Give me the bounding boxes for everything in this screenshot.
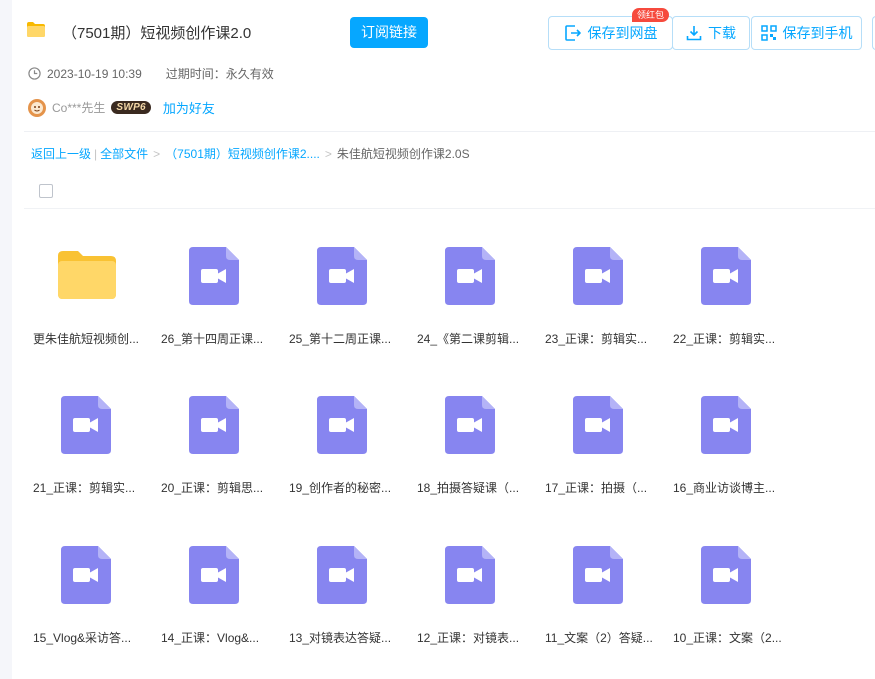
share-page: （7501期）短视频创作课2.0 订阅链接 保存到网盘 领红包 下载 保存到手机 <box>12 0 875 679</box>
video-file-icon <box>573 396 623 454</box>
breadcrumb-separator: > <box>153 146 161 161</box>
video-file-icon <box>61 546 111 604</box>
save-to-phone-label: 保存到手机 <box>782 25 853 41</box>
breadcrumb-separator: > <box>324 146 332 161</box>
video-file-icon <box>445 247 495 305</box>
add-friend-link[interactable]: 加为好友 <box>163 98 215 117</box>
video-file-item[interactable]: 15_Vlog&采访答... <box>24 546 142 676</box>
file-name: 12_正课：对镜表... <box>417 631 520 645</box>
folder-item[interactable]: 更朱佳航短视频创... <box>24 247 142 377</box>
file-name: 26_第十四周正课... <box>161 332 264 346</box>
video-file-item[interactable]: 25_第十二周正课... <box>280 247 398 377</box>
file-name: 10_正课：文案（2... <box>673 631 782 645</box>
clock-icon <box>28 67 41 80</box>
share-meta: 2023-10-19 10:39 过期时间：永久有效 <box>28 65 274 82</box>
video-file-item[interactable]: 23_正课：剪辑实... <box>536 247 654 377</box>
video-file-item[interactable]: 12_正课：对镜表... <box>408 546 526 676</box>
red-packet-badge: 领红包 <box>632 8 670 22</box>
video-file-icon <box>189 546 239 604</box>
video-file-icon <box>61 396 111 454</box>
file-name: 20_正课：剪辑思... <box>161 481 264 495</box>
video-file-item[interactable]: 10_正课：文案（2... <box>664 546 782 676</box>
file-name: 18_拍摄答疑课（... <box>417 481 520 495</box>
save-to-phone-button[interactable]: 保存到手机 <box>751 16 862 50</box>
video-file-icon <box>189 247 239 305</box>
save-to-disk-label: 保存到网盘 <box>587 25 658 41</box>
subscribe-button[interactable]: 订阅链接 <box>350 17 428 48</box>
breadcrumb: 返回上一级 | 全部文件 > （7501期）短视频创作课2.... > 朱佳航短… <box>31 145 470 162</box>
breadcrumb-divider: | <box>94 146 98 161</box>
video-file-icon <box>189 396 239 454</box>
video-file-item[interactable]: 22_正课：剪辑实... <box>664 247 782 377</box>
folder-icon <box>27 22 45 37</box>
video-file-item[interactable]: 26_第十四周正课... <box>152 247 270 377</box>
breadcrumb-current: 朱佳航短视频创作课2.0S <box>336 147 470 161</box>
video-file-icon <box>701 396 751 454</box>
file-name: 24_《第二课剪辑... <box>417 332 520 346</box>
breadcrumb-all-files[interactable]: 全部文件 <box>100 145 148 162</box>
video-file-item[interactable]: 17_正课：拍摄（... <box>536 396 654 526</box>
share-date: 2023-10-19 10:39 <box>47 66 142 81</box>
file-name: 11_文案（2）答疑... <box>545 631 653 645</box>
file-name: 13_对镜表达答疑... <box>289 631 392 645</box>
video-file-icon <box>317 546 367 604</box>
video-file-icon <box>573 247 623 305</box>
folder-icon <box>58 251 116 309</box>
video-file-icon <box>573 546 623 604</box>
file-name: 16_商业访谈博主... <box>673 481 776 495</box>
video-file-item[interactable]: 21_正课：剪辑实... <box>24 396 142 526</box>
video-file-icon <box>317 396 367 454</box>
file-name: 17_正课：拍摄（... <box>545 481 648 495</box>
file-name: 14_正课：Vlog&... <box>161 631 260 645</box>
file-name: 15_Vlog&采访答... <box>33 631 132 645</box>
download-button[interactable]: 下载 <box>672 16 750 50</box>
breadcrumb-back[interactable]: 返回上一级 <box>31 145 91 162</box>
video-file-item[interactable]: 19_创作者的秘密... <box>280 396 398 526</box>
download-icon <box>686 26 702 41</box>
video-file-item[interactable]: 11_文案（2）答疑... <box>536 546 654 676</box>
video-file-icon <box>317 247 367 305</box>
avatar <box>28 98 46 117</box>
file-name: 更朱佳航短视频创... <box>33 332 140 346</box>
download-label: 下载 <box>708 25 736 41</box>
file-name: 19_创作者的秘密... <box>289 481 392 495</box>
video-file-item[interactable]: 13_对镜表达答疑... <box>280 546 398 676</box>
video-file-item[interactable]: 16_商业访谈博主... <box>664 396 782 526</box>
video-file-icon <box>701 546 751 604</box>
video-file-item[interactable]: 24_《第二课剪辑... <box>408 247 526 377</box>
divider <box>24 208 875 209</box>
video-file-item[interactable]: 14_正课：Vlog&... <box>152 546 270 676</box>
divider <box>24 131 875 132</box>
save-disk-icon <box>564 25 581 41</box>
file-name: 21_正课：剪辑实... <box>33 481 136 495</box>
expire-text: 过期时间：永久有效 <box>165 67 274 81</box>
select-all-checkbox[interactable] <box>39 184 53 198</box>
video-file-icon <box>445 546 495 604</box>
video-file-item[interactable]: 20_正课：剪辑思... <box>152 396 270 526</box>
breadcrumb-parent[interactable]: （7501期）短视频创作课2.... <box>165 145 320 162</box>
sharer-name: Co***先生 <box>52 101 106 115</box>
qrcode-icon <box>760 25 777 41</box>
share-title: （7501期）短视频创作课2.0 <box>62 25 252 42</box>
file-name: 25_第十二周正课... <box>289 332 392 346</box>
file-name: 23_正课：剪辑实... <box>545 332 648 346</box>
vip-badge: SWP6 <box>111 101 151 114</box>
file-name: 22_正课：剪辑实... <box>673 332 776 346</box>
video-file-item[interactable]: 18_拍摄答疑课（... <box>408 396 526 526</box>
sharer-info: Co***先生 SWP6 加为好友 <box>28 98 215 117</box>
video-file-icon <box>701 247 751 305</box>
video-file-icon <box>445 396 495 454</box>
